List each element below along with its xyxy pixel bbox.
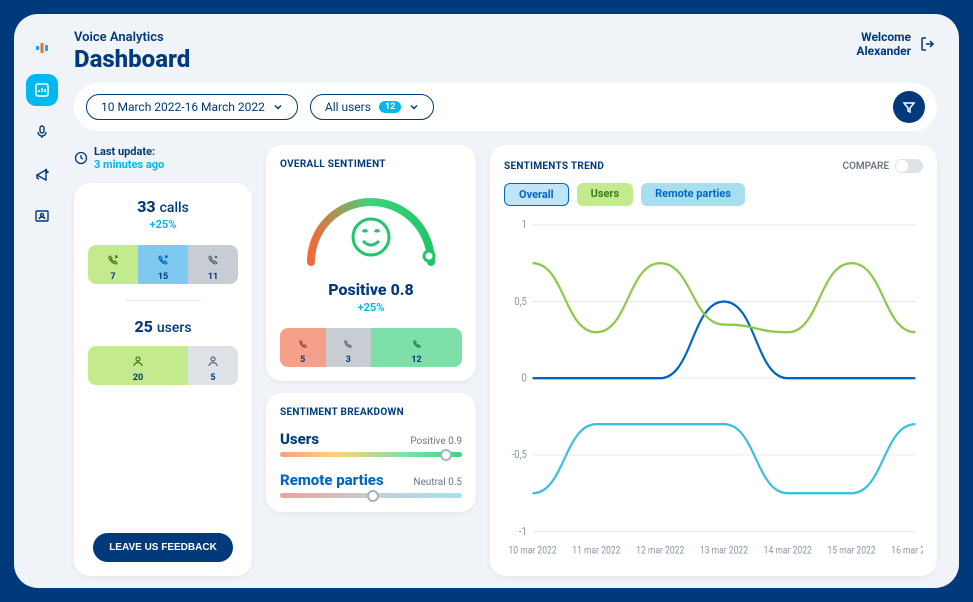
- last-update: Last update: 3 minutes ago: [74, 145, 252, 171]
- date-range-value: 10 March 2022-16 March 2022: [101, 100, 265, 114]
- phone-in-icon: [157, 254, 169, 266]
- users-label: users: [157, 320, 192, 336]
- svg-text:-0,5: -0,5: [512, 450, 527, 462]
- users-count: 25: [134, 317, 152, 336]
- phone-icon: [412, 339, 422, 349]
- user-icon: [132, 355, 144, 367]
- svg-text:0,5: 0,5: [514, 296, 527, 308]
- user-name: Alexander: [856, 44, 911, 58]
- filter-button[interactable]: [893, 91, 925, 123]
- date-range-filter[interactable]: 10 March 2022-16 March 2022: [86, 94, 298, 120]
- compare-label: COMPARE: [843, 161, 890, 172]
- legend-overall[interactable]: Overall: [504, 183, 569, 206]
- nav-users[interactable]: [26, 200, 58, 232]
- sentiment-value: Positive 0.8: [280, 280, 462, 299]
- user-filter-count: 12: [379, 101, 401, 113]
- svg-text:11 mar 2022: 11 mar 2022: [572, 545, 620, 557]
- breakdown-name-users: Users: [280, 430, 319, 448]
- sentiment-gauge: [291, 182, 451, 272]
- phone-icon: [343, 339, 353, 349]
- svg-text:0: 0: [521, 373, 527, 385]
- svg-text:12 mar 2022: 12 mar 2022: [636, 545, 684, 557]
- chevron-down-icon: [273, 102, 283, 112]
- filter-icon: [902, 100, 916, 114]
- app-title: Voice Analytics: [74, 30, 190, 45]
- overall-sentiment-card: OVERALL SENTIMENT Positive 0.8 +25%: [266, 145, 476, 381]
- overall-sentiment-title: OVERALL SENTIMENT: [280, 159, 462, 170]
- users-segments: 20 5: [88, 346, 238, 385]
- nav-dashboard[interactable]: [26, 74, 58, 106]
- stats-card: 33 calls +25% 7 15 11 25 users: [74, 183, 252, 576]
- page-title: Dashboard: [74, 45, 190, 73]
- legend-remote[interactable]: Remote parties: [641, 183, 745, 206]
- user-filter-label: All users: [325, 100, 371, 114]
- trend-chart: -1 -0,5 0 0,5 1 10 mar 2022 11 mar 2022 12 mar …: [504, 214, 923, 562]
- calls-delta: +25%: [150, 218, 177, 231]
- phone-missed-icon: [207, 254, 219, 266]
- breakdown-name-remote: Remote parties: [280, 471, 384, 489]
- trend-card: SENTIMENTS TREND COMPARE Overall Users R…: [490, 145, 937, 576]
- svg-text:14 mar 2022: 14 mar 2022: [764, 545, 812, 557]
- breakdown-card: SENTIMENT BREAKDOWN Users Positive 0.9 R…: [266, 393, 476, 512]
- last-update-label: Last update:: [94, 145, 164, 158]
- sentiment-segments: 5 3 12: [280, 328, 462, 367]
- welcome-label: Welcome: [856, 30, 911, 44]
- svg-text:-1: -1: [519, 526, 527, 538]
- logout-icon[interactable]: [919, 35, 937, 53]
- legend-users[interactable]: Users: [577, 183, 634, 206]
- svg-text:15 mar 2022: 15 mar 2022: [827, 545, 875, 557]
- sidenav: [14, 14, 70, 588]
- filter-bar: 10 March 2022-16 March 2022 All users 12: [74, 83, 937, 131]
- nav-campaigns[interactable]: [26, 158, 58, 190]
- svg-text:16 mar 2022: 16 mar 2022: [891, 545, 923, 557]
- clock-icon: [74, 151, 88, 165]
- chevron-down-icon: [409, 102, 419, 112]
- phone-icon: [298, 339, 308, 349]
- breakdown-slider-users: [280, 452, 462, 457]
- breakdown-slider-remote: [280, 493, 462, 498]
- svg-text:1: 1: [521, 220, 526, 232]
- svg-text:13 mar 2022: 13 mar 2022: [700, 545, 748, 557]
- compare-toggle[interactable]: [895, 159, 923, 173]
- breakdown-score-users: Positive 0.9: [410, 436, 462, 447]
- feedback-button[interactable]: LEAVE US FEEDBACK: [93, 533, 233, 562]
- trend-title: SENTIMENTS TREND: [504, 161, 604, 172]
- breakdown-title: SENTIMENT BREAKDOWN: [280, 407, 462, 418]
- trend-legend: Overall Users Remote parties: [504, 183, 923, 206]
- user-filter[interactable]: All users 12: [310, 94, 434, 120]
- breakdown-score-remote: Neutral 0.5: [413, 477, 462, 488]
- sentiment-delta: +25%: [280, 301, 462, 314]
- phone-out-icon: [107, 254, 119, 266]
- calls-segments: 7 15 11: [88, 245, 238, 284]
- calls-label: calls: [160, 200, 189, 216]
- logo-icon: [26, 32, 58, 64]
- user-icon: [207, 355, 219, 367]
- calls-count: 33: [137, 197, 155, 216]
- svg-text:10 mar 2022: 10 mar 2022: [508, 545, 556, 557]
- nav-mic[interactable]: [26, 116, 58, 148]
- last-update-time: 3 minutes ago: [94, 158, 164, 171]
